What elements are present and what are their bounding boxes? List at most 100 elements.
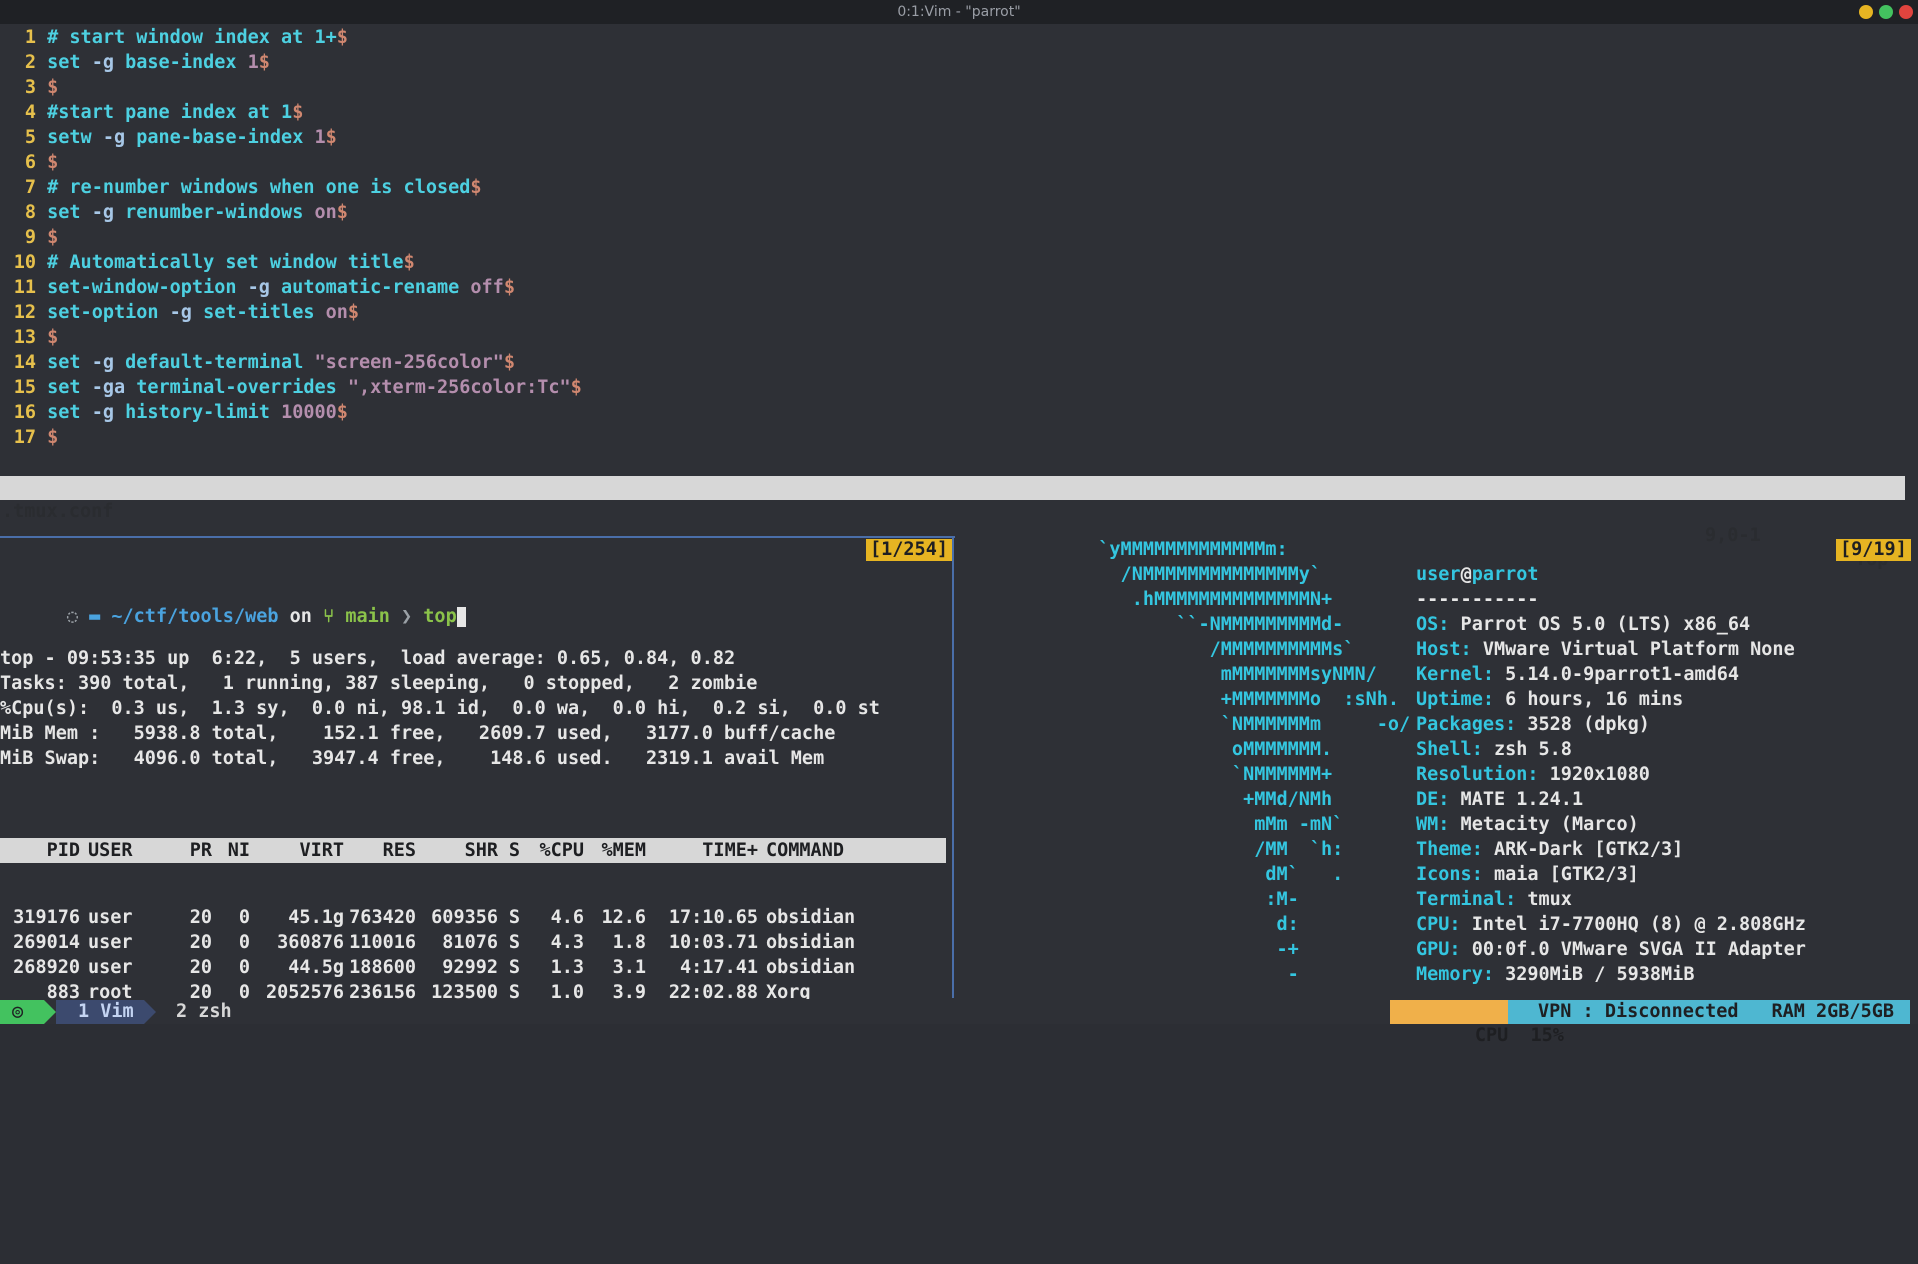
code-token: $ xyxy=(503,352,515,373)
info-label: GPU: xyxy=(1416,939,1461,960)
process-cell: S xyxy=(508,957,520,978)
process-cell: 360876 xyxy=(277,932,344,953)
process-cell: 188600 xyxy=(349,957,416,978)
process-cell: 1.0 xyxy=(550,982,584,999)
process-cell: S xyxy=(508,932,520,953)
top-summary-line: MiB Swap: 4096.0 total, 3947.4 free, 148… xyxy=(0,748,825,769)
maximize-button[interactable] xyxy=(1879,5,1893,19)
process-cell: 2052576 xyxy=(266,982,344,999)
neofetch-pane[interactable]: `yMMMMMMMMMMMMMm: /NMMMMMMMMMMMMMMy` .hM… xyxy=(956,537,1906,999)
minimize-button[interactable] xyxy=(1859,5,1873,19)
info-value: MATE 1.24.1 xyxy=(1449,789,1584,810)
process-cell: 269014 xyxy=(13,932,80,953)
vim-line[interactable]: 10 # Automatically set window title$ xyxy=(0,250,415,275)
process-row[interactable]: 319176 user 20 0 45.1g 763420 609356 S 4.6 12.6 17… xyxy=(0,905,948,930)
info-field: Shell: zsh 5.8 xyxy=(1416,737,1806,762)
process-row[interactable]: 269014 user 20 0 360876 110016 81076 S 4.3 1.8 10:… xyxy=(0,930,948,955)
process-cell: 20 xyxy=(189,932,212,953)
code-token: set xyxy=(47,202,92,223)
vim-line[interactable]: 5 setw -g pane-base-index 1$ xyxy=(0,125,337,150)
window-tab-zsh[interactable]: 2 zsh xyxy=(160,1000,250,1024)
prompt-on: on xyxy=(278,606,324,627)
code-token: ",xterm-256color:Tc" xyxy=(347,377,571,398)
info-label: Host: xyxy=(1416,639,1472,660)
vim-line[interactable]: 2 set -g base-index 1$ xyxy=(0,50,270,75)
vim-line[interactable]: 8 set -g renumber-windows on$ xyxy=(0,200,348,225)
logo-line: :M- xyxy=(1076,889,1299,910)
process-cell: 22:02.88 xyxy=(668,982,758,999)
vim-line[interactable]: 12 set-option -g set-titles on$ xyxy=(0,300,359,325)
info-field: Theme: ARK-Dark [GTK2/3] xyxy=(1416,837,1806,862)
logo-line: `yMMMMMMMMMMMMMm: xyxy=(1076,539,1288,560)
process-cell: root xyxy=(88,982,133,999)
vim-line[interactable]: 6 $ xyxy=(0,150,58,175)
info-label: Theme: xyxy=(1416,839,1483,860)
process-cell: 17:10.65 xyxy=(668,907,758,928)
vim-line[interactable]: 17 $ xyxy=(0,425,59,450)
code-token: -ga xyxy=(91,377,137,398)
column-header: VIRT xyxy=(299,840,344,861)
info-value: 5.14.0-9parrot1-amd64 xyxy=(1493,664,1740,685)
code-token: history-limit xyxy=(125,402,282,423)
vim-line[interactable]: 9 $ xyxy=(0,225,58,250)
code-token: $ xyxy=(347,302,360,323)
vim-line[interactable]: 3 $ xyxy=(0,75,58,100)
vim-line[interactable]: 1 # start window index at 1+$ xyxy=(0,25,348,50)
code-token: #start pane index at 1 xyxy=(47,102,293,123)
info-value: tmux xyxy=(1516,889,1572,910)
session-indicator: ◎ xyxy=(0,1000,44,1024)
process-cell: 4.6 xyxy=(550,907,584,928)
process-row[interactable]: 883 root 20 0 2052576 236156 123500 S 1.0 3.9 22:0… xyxy=(0,980,948,999)
logo-line: `NMMMMMM+ xyxy=(1076,764,1333,785)
close-button[interactable] xyxy=(1899,5,1913,19)
code-token: -g xyxy=(102,127,137,148)
info-label: Memory: xyxy=(1416,964,1494,985)
logo-line: /MMMMMMMMMMs` xyxy=(1076,639,1355,660)
code-token: setw xyxy=(47,127,103,148)
process-cell: 20 xyxy=(189,982,212,999)
logo-line: +MMMMMMMo :sNh. xyxy=(1076,689,1400,710)
info-field: CPU: Intel i7-7700HQ (8) @ 2.808GHz xyxy=(1416,912,1806,937)
logo-line: -+ xyxy=(1076,939,1299,960)
vim-editor-pane[interactable]: 1 # start window index at 1+$ 2 set -g ba… xyxy=(0,24,1910,474)
line-number: 16 xyxy=(13,402,36,423)
process-row[interactable]: 268920 user 20 0 44.5g 188600 92992 S 1.3 3.1 4:17… xyxy=(0,955,948,980)
logo-line: dM` . xyxy=(1076,864,1344,885)
line-number: 9 xyxy=(24,227,36,248)
vim-line[interactable]: 15 set -ga terminal-overrides ",xterm-25… xyxy=(0,375,582,400)
vim-line[interactable]: 16 set -g history-limit 10000$ xyxy=(0,400,348,425)
column-header: %CPU xyxy=(539,840,584,861)
line-number: 14 xyxy=(13,352,36,373)
vim-line[interactable]: 4 #start pane index at 1$ xyxy=(0,100,303,125)
top-pane[interactable]: ◌ ▬ ~/ctf/tools/web on ⑂ main ❯ top top … xyxy=(0,537,948,999)
logo-line: mMm -mN` xyxy=(1076,814,1344,835)
process-cell: 883 xyxy=(46,982,80,999)
process-cell: 110016 xyxy=(349,932,416,953)
neofetch-pane-counter: [9/19] xyxy=(1836,539,1911,561)
user-host: user@parrot xyxy=(1416,562,1806,587)
info-field: Terminal: tmux xyxy=(1416,887,1806,912)
pane-divider-vertical[interactable] xyxy=(952,538,954,998)
vim-line[interactable]: 14 set -g default-terminal "screen-256co… xyxy=(0,350,515,375)
session-arrow-icon xyxy=(44,1000,56,1024)
vim-line[interactable]: 11 set-window-option -g automatic-rename… xyxy=(0,275,515,300)
process-cell: 0 xyxy=(238,957,250,978)
info-field: GPU: 00:0f.0 VMware SVGA II Adapter xyxy=(1416,937,1806,962)
info-value: zsh 5.8 xyxy=(1482,739,1572,760)
logo-line: +MMd/NMh xyxy=(1076,789,1333,810)
line-number: 7 xyxy=(24,177,36,198)
logo-line: d: xyxy=(1076,914,1299,935)
logo-line: /MM `h: xyxy=(1076,839,1344,860)
line-number: 13 xyxy=(13,327,36,348)
info-field: Kernel: 5.14.0-9parrot1-amd64 xyxy=(1416,662,1806,687)
vim-line[interactable]: 13 $ xyxy=(0,325,59,350)
process-cell: 92992 xyxy=(442,957,498,978)
terminal-area[interactable]: 1 # start window index at 1+$ 2 set -g ba… xyxy=(0,24,1918,1046)
window-tab-vim[interactable]: 1 Vim xyxy=(56,1000,144,1024)
code-token: default-terminal xyxy=(125,352,315,373)
vim-line[interactable]: 7 # re-number windows when one is closed… xyxy=(0,175,482,200)
ram-status: RAM 2GB/5GB xyxy=(1770,1000,1910,1024)
code-token: set xyxy=(47,402,92,423)
code-token: on xyxy=(325,302,348,323)
info-label: Resolution: xyxy=(1416,764,1539,785)
